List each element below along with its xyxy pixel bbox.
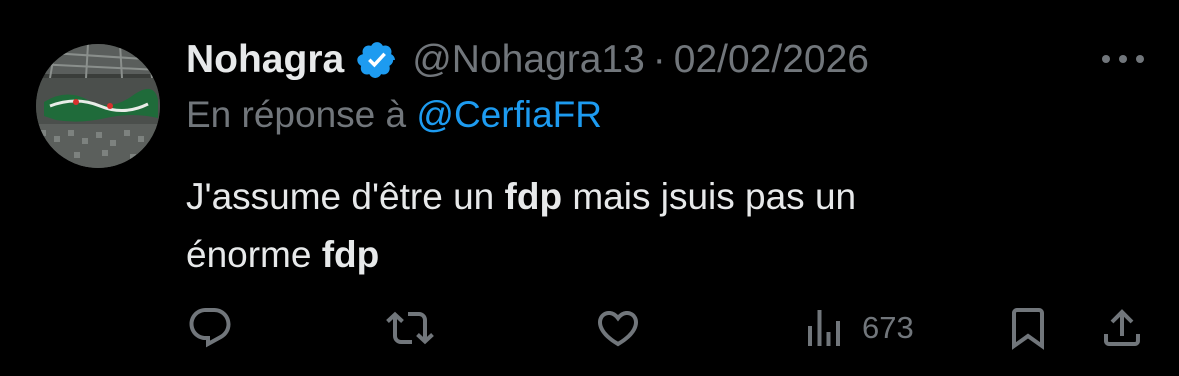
views-count: 673 <box>862 310 914 345</box>
bookmark-button[interactable] <box>1004 304 1052 352</box>
views-button[interactable]: 673 <box>800 304 914 352</box>
tweet-text: J'assume d'être un fdp mais jsuis pas un… <box>186 168 1086 284</box>
retweet-button[interactable] <box>384 304 436 352</box>
tweet-text-part: mais jsuis pas un <box>562 176 857 217</box>
reply-context: En réponse à @CerfiaFR <box>186 94 602 136</box>
share-icon <box>1104 309 1140 346</box>
tweet-header: Nohagra @Nohagra13 · 02/02/2026 <box>186 30 869 90</box>
tweet-text-bold: fdp <box>321 234 380 275</box>
author-handle[interactable]: @Nohagra13 <box>412 38 645 82</box>
views-icon <box>808 310 840 346</box>
reply-mention-link[interactable]: @CerfiaFR <box>416 94 602 135</box>
share-button[interactable] <box>1098 304 1146 352</box>
avatar[interactable] <box>36 44 160 168</box>
separator-dot: · <box>652 38 666 81</box>
author-display-name[interactable]: Nohagra <box>186 38 344 82</box>
reply-icon <box>189 308 231 348</box>
retweet-icon <box>386 311 434 345</box>
like-button[interactable] <box>594 304 642 352</box>
reply-button[interactable] <box>186 304 234 352</box>
verified-badge-icon[interactable] <box>356 39 398 81</box>
reply-prefix: En réponse à <box>186 94 417 135</box>
avatar-image <box>36 44 160 168</box>
bookmark-icon <box>1012 308 1044 350</box>
tweet-text-part: J'assume d'être un <box>186 176 505 217</box>
tweet-text-part: énorme <box>186 234 322 275</box>
like-icon <box>597 311 639 347</box>
tweet-text-bold: fdp <box>504 176 563 217</box>
more-options-icon[interactable] <box>1100 50 1146 68</box>
tweet-date[interactable]: 02/02/2026 <box>674 38 869 82</box>
